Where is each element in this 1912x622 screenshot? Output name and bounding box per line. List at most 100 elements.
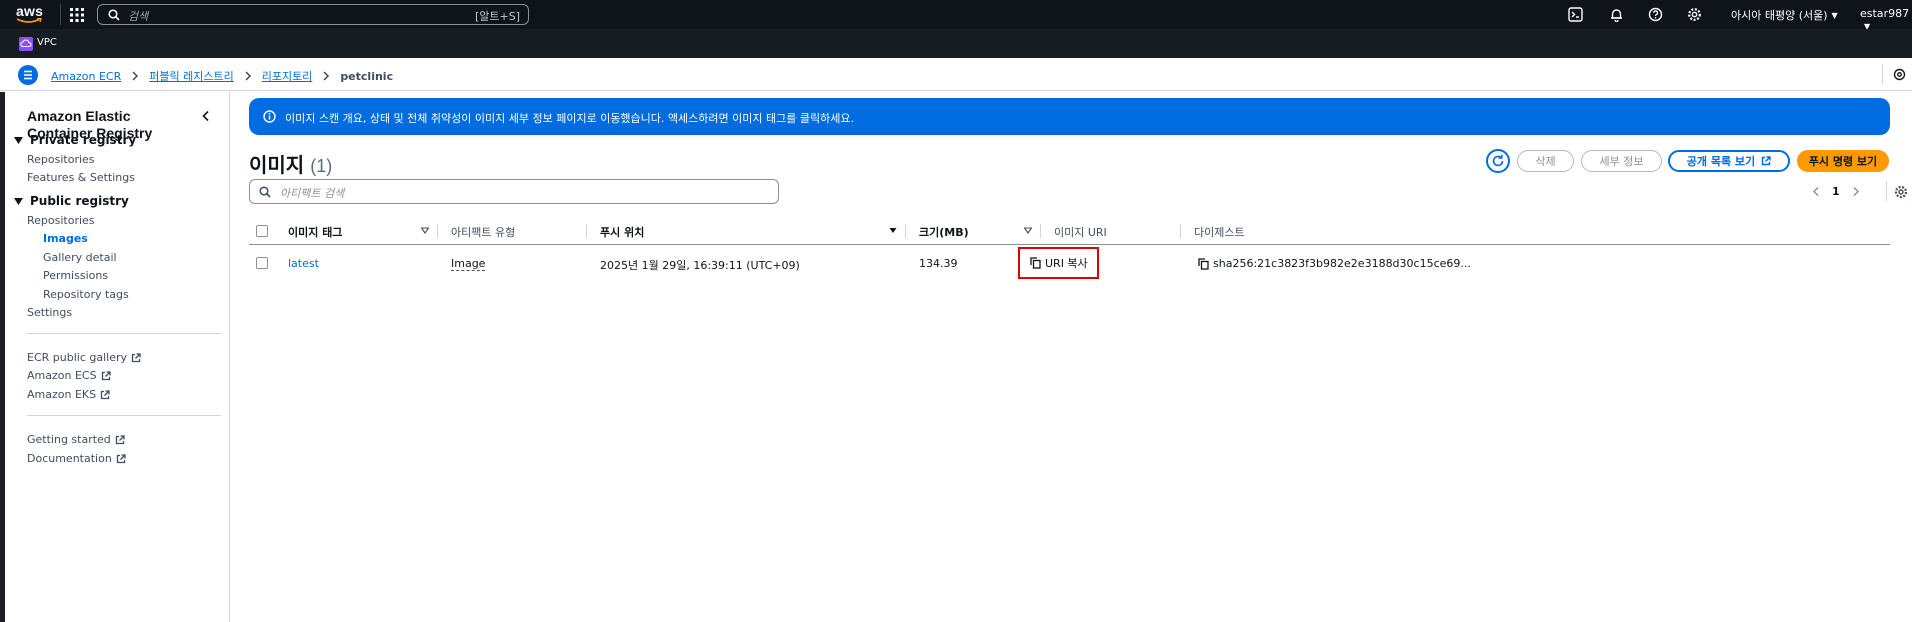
sidebar-link-ecr-public-gallery[interactable]: ECR public gallery [27,351,141,364]
tools-panel-icon[interactable] [1893,68,1906,81]
column-divider [1180,224,1181,238]
column-divider [1040,224,1041,238]
copy-icon[interactable] [1198,257,1209,270]
sort-caret-icon[interactable] [889,227,897,234]
column-digest: 다이제스트 [1194,226,1245,239]
close-icon[interactable] [1895,110,1907,122]
chevron-right-icon [323,71,330,81]
divider [27,333,221,334]
top-navigation: aws 검색 [알트+S] 아시아 태평양 (서울) ▼ estar987 ▼ [0,0,1912,31]
column-image-tag[interactable]: 이미지 태그 [288,224,342,240]
button-label: 공개 목록 보기 [1686,155,1756,168]
artifact-type[interactable]: Image [451,257,486,271]
info-flash-banner: 이미지 스캔 개요, 상태 및 전체 취약성이 이미지 세부 정보 페이지로 이… [249,98,1907,135]
sidebar-link-amazon-ecs[interactable]: Amazon ECS [27,369,111,382]
page-title-text: 이미지 [249,155,305,177]
link-label: ECR public gallery [27,351,127,364]
section-public-registry[interactable]: Public registry [14,194,129,208]
column-artifact-type: 아티팩트 유형 [451,226,516,239]
info-icon [263,110,276,123]
artifact-search-input[interactable]: 아티팩트 검색 [249,179,779,204]
view-public-listing-button[interactable]: 공개 목록 보기 [1668,150,1790,172]
item-count: (1) [310,156,333,176]
breadcrumb-bar: Amazon ECR 퍼블릭 레지스트리 리포지토리 petclinic [0,58,1912,91]
breadcrumb: Amazon ECR 퍼블릭 레지스트리 리포지토리 petclinic [51,68,393,84]
chevron-right-icon [245,71,251,81]
sidebar-link-getting-started[interactable]: Getting started [27,433,125,446]
main-content: 이미지 스캔 개요, 상태 및 전체 취약성이 이미지 세부 정보 페이지로 이… [231,92,1912,622]
hamburger-icon [24,70,32,80]
sort-caret-icon[interactable] [1024,227,1032,234]
copy-uri-button[interactable]: URI 복사 [1018,247,1099,279]
breadcrumb-current: petclinic [340,69,394,83]
global-search-input[interactable]: 검색 [알트+S] [97,4,529,25]
search-placeholder: 검색 [128,10,149,23]
column-divider [437,224,438,238]
aws-logo-text: aws [16,3,44,19]
services-grid-icon[interactable] [70,8,84,22]
external-link-icon [101,370,111,380]
section-label: Public registry [30,194,129,208]
image-tag-link[interactable]: latest [288,257,319,270]
sidebar-link-documentation[interactable]: Documentation [27,452,126,465]
sidebar-item-repository-tags[interactable]: Repository tags [43,288,129,301]
digest[interactable]: sha256:21c3823f3b982e2e3188d30c15ce69... [1198,257,1471,270]
section-private-registry[interactable]: Private registry [14,133,136,147]
chevron-right-icon [132,71,139,81]
breadcrumb-repositories[interactable]: 리포지토리 [262,68,313,84]
sidebar-link-amazon-eks[interactable]: Amazon EKS [27,388,110,401]
external-link-icon [116,453,126,463]
delete-button[interactable]: 삭제 [1517,150,1574,172]
caret-down-icon [14,136,23,144]
column-pushed-at[interactable]: 푸시 위치 [600,224,644,240]
sidebar-item-permissions[interactable]: Permissions [43,269,108,282]
caret-down-icon [14,197,23,205]
menu-toggle-button[interactable] [18,65,38,85]
table-header: 이미지 태그 아티팩트 유형 푸시 위치 크기(MB) 이미지 URI 다이제스… [249,218,1890,245]
cloudshell-icon[interactable] [1568,7,1583,22]
sidebar-item-images[interactable]: Images [43,232,88,245]
search-placeholder: 아티팩트 검색 [280,187,345,200]
page-title: 이미지 (1) [249,149,332,178]
details-button[interactable]: 세부 정보 [1581,150,1662,172]
aws-logo[interactable]: aws [16,3,44,25]
external-link-icon [115,434,125,444]
breadcrumb-amazon-ecr[interactable]: Amazon ECR [51,70,121,83]
sidebar-item-settings[interactable]: Settings [27,306,72,319]
sidebar-item-private-repositories[interactable]: Repositories [27,153,95,166]
copy-icon [1030,257,1041,269]
help-icon[interactable] [1648,7,1663,22]
column-size[interactable]: 크기(MB) [919,224,969,240]
close-side-nav-icon[interactable] [201,110,211,122]
side-navigation: Amazon Elastic Container Registry Privat… [5,92,230,622]
chevron-left-icon[interactable] [1812,186,1820,197]
select-all-checkbox[interactable] [256,225,268,237]
settings-gear-icon[interactable] [1687,7,1702,22]
chevron-right-icon[interactable] [1852,186,1860,197]
sidebar-item-features-settings[interactable]: Features & Settings [27,171,135,184]
column-divider [905,224,906,238]
page-number[interactable]: 1 [1832,185,1840,198]
view-push-commands-button[interactable]: 푸시 명령 보기 [1797,150,1889,172]
services-bar: VPC [0,29,1912,58]
search-shortcut: [알트+S] [474,10,520,23]
sidebar-item-public-repositories[interactable]: Repositories [27,214,95,227]
breadcrumb-public-registry[interactable]: 퍼블릭 레지스트리 [149,68,233,84]
sort-caret-icon[interactable] [421,227,429,234]
copy-uri-label: URI 복사 [1045,257,1088,270]
vpc-shortcut-label[interactable]: VPC [37,37,57,48]
external-link-icon [100,389,110,399]
notifications-bell-icon[interactable] [1609,7,1624,22]
refresh-button[interactable] [1486,149,1510,173]
external-link-icon [131,352,141,362]
table-preferences-gear-icon[interactable] [1894,185,1908,199]
refresh-icon [1492,154,1504,167]
region-selector[interactable]: 아시아 태평양 (서울) ▼ [1731,7,1838,23]
sidebar-item-gallery-detail[interactable]: Gallery detail [43,251,117,264]
divider [1886,181,1887,201]
link-label: Documentation [27,452,112,465]
row-checkbox[interactable] [256,257,268,269]
divider [1882,65,1883,84]
vpc-service-icon[interactable] [19,37,33,51]
pagination: 1 [1812,185,1860,198]
